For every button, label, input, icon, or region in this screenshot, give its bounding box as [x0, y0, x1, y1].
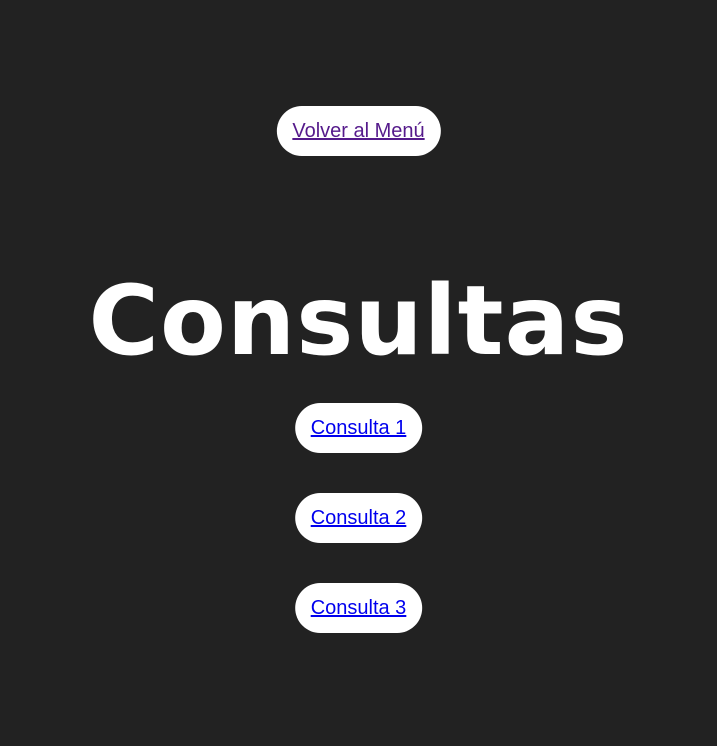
consulta-2-link[interactable]: Consulta 2	[294, 493, 423, 543]
page-title: Consultas	[88, 265, 629, 377]
back-to-menu-link[interactable]: Volver al Menú	[276, 106, 441, 156]
consulta-1-link[interactable]: Consulta 1	[294, 403, 423, 453]
consulta-3-link[interactable]: Consulta 3	[294, 583, 423, 633]
